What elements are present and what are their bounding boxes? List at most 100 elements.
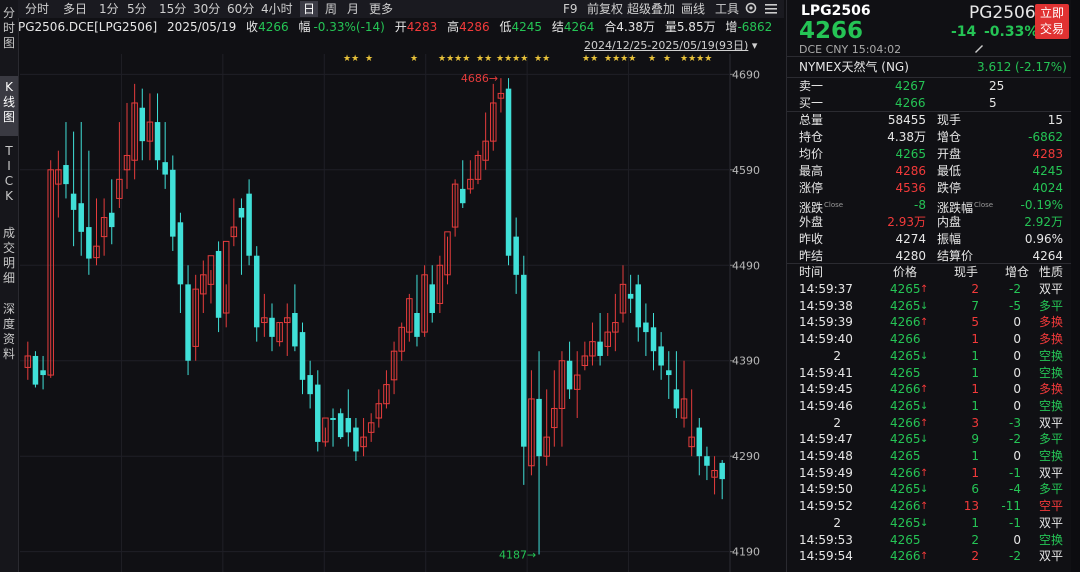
candle-body [635,284,641,328]
trade-time: 14:59:47 [799,432,853,447]
date-label: 2025/05/19 [167,20,237,34]
scrollbar[interactable] [1071,0,1080,572]
trade-row: 14:59:41 4265 1 0 空换 [787,365,1071,382]
period-button-0[interactable]: 分时 [22,1,52,17]
trade-time: 14:59:50 [799,482,853,497]
trade-time: 14:59:41 [799,365,853,380]
trade-time: 14:59:40 [799,332,853,347]
period-button-3[interactable]: 5分 [124,1,150,17]
trade-price: 4266 [890,415,921,430]
tab-0[interactable]: 分时 图 [0,2,18,70]
column-header[interactable]: 时间 [799,264,823,281]
book-row[interactable]: 买一 4266 5 [787,95,1071,112]
trade-qty: 1 [971,398,979,413]
column-header[interactable]: 现手 [954,264,978,281]
column-header[interactable]: 价格 [893,264,917,281]
candle-body [643,322,649,333]
low-field: 低4245 [499,20,543,34]
quote-info-bar: PG2506.DCE[LPG2506] 2025/05/19 收4266 幅 -0… [18,18,784,36]
trade-nature: 空平 [1039,499,1064,514]
column-header[interactable]: 性质 [1039,264,1063,281]
stat-label: 振幅 [937,232,962,246]
stat-label: 外盘 [799,215,824,229]
candle-body [170,169,176,237]
toolbar-item-4[interactable]: 工具 [712,1,742,17]
signal-star: ★★★★ [604,54,636,64]
candle-body [215,250,222,318]
candle-body [414,313,420,337]
trade-time: 14:59:39 [799,315,853,330]
candlestick-chart[interactable]: 4690459044904390429041904686→4187→★★ ★ ★ ★★… [18,54,784,572]
trade-price: 4265 [890,432,921,447]
symbol-label: PG2506.DCE[LPG2506] [18,20,158,34]
candle-body [292,313,298,347]
y-tick-label: 4190 [732,546,760,559]
dropdown-icon[interactable]: ▾ [752,39,758,52]
stat-label: 均价 [799,147,824,161]
trade-nature: 多换 [1039,382,1064,397]
period-button-7[interactable]: 4小时 [258,1,296,17]
toolbar-item-2[interactable]: 超级叠加 [624,1,678,17]
stat-value: 0.96% [1024,232,1063,246]
trade-qty: 1 [971,348,979,363]
candle-body [719,462,725,480]
period-button-5[interactable]: 30分 [190,1,223,17]
candle-body [70,193,77,210]
trade-nature: 空换 [1039,398,1064,413]
column-header[interactable]: 增仓 [1005,264,1029,281]
trade-row: 14:59:54 4266 ↑ 2 -2 双平 [787,548,1071,565]
volume-field: 量5.85万 [664,20,716,34]
toolbar-item-0[interactable]: F9 [560,1,581,17]
arrow-down-icon: ↓ [920,517,929,529]
edit-icon[interactable] [973,42,985,54]
period-button-11[interactable]: 更多 [366,1,396,17]
tab-2[interactable]: T I C K [0,140,18,218]
trade-nature: 双平 [1039,282,1064,296]
tab-1[interactable]: K线 图 [0,76,18,136]
period-button-10[interactable]: 月 [344,1,362,17]
trade-time: 14:59:48 [799,449,853,463]
candle-body [63,165,69,185]
toolbar-item-3[interactable]: 画线 [678,1,708,17]
trade-oi-change: -2 [1009,432,1021,447]
stat-row: 涨停 4536 跌停 4024 [787,180,1071,197]
tab-4[interactable]: 深度 资料 [0,298,18,368]
arrow-up-icon: ↑ [920,551,929,563]
candle-body [246,193,252,256]
date-range-label[interactable]: 2024/12/25-2025/05/19(93日) ▾ [584,37,757,53]
candle-body [650,327,657,352]
open-field: 开4283 [394,20,438,34]
tab-3[interactable]: 成交 明细 [0,222,18,292]
left-tab-bar: 分时 图 K线 图 T I C K 成交 明细深度 资料 [0,0,19,572]
trade-row: 14:59:45 4266 ↑ 1 0 多换 [787,381,1071,398]
period-button-2[interactable]: 1分 [96,1,122,17]
candle-body [513,236,519,275]
trade-nature: 多平 [1039,482,1064,497]
trade-nature: 多换 [1039,315,1064,330]
arrow-down-icon: ↓ [920,400,929,412]
signal-star: ★ [410,54,418,64]
stat-label: 最低 [937,164,962,178]
stat-label: 最高 [799,164,824,178]
more-menu-icon[interactable] [764,3,778,15]
gear-icon[interactable] [744,1,758,15]
period-button-4[interactable]: 15分 [156,1,189,17]
contract-name: PG2506 [969,3,1036,23]
nymex-price: 3.612 [977,60,1012,74]
period-button-1[interactable]: 多日 [60,1,90,17]
trade-oi-change: 0 [1013,365,1021,380]
trade-row: 14:59:38 4265 ↓ 7 -5 多平 [787,298,1071,315]
toolbar-item-1[interactable]: 前复权 [584,1,626,17]
period-button-6[interactable]: 60分 [224,1,257,17]
period-button-8[interactable]: 日 [300,1,319,17]
book-row[interactable]: 卖一 4267 25 [787,78,1071,95]
period-button-9[interactable]: 周 [322,1,340,17]
stat-value: 4024 [1032,181,1063,195]
trade-button[interactable]: 立即 交易 [1035,4,1069,39]
nymex-row[interactable]: NYMEX天然气 (NG) 3.612 (-2.17%) [787,59,1071,76]
signal-star: ★ [648,54,656,64]
trade-time: 14:59:52 [799,499,853,514]
trade-qty: 9 [971,432,979,447]
stat-value: -6862 [1028,130,1063,144]
book-qty: 25 [989,79,1005,93]
